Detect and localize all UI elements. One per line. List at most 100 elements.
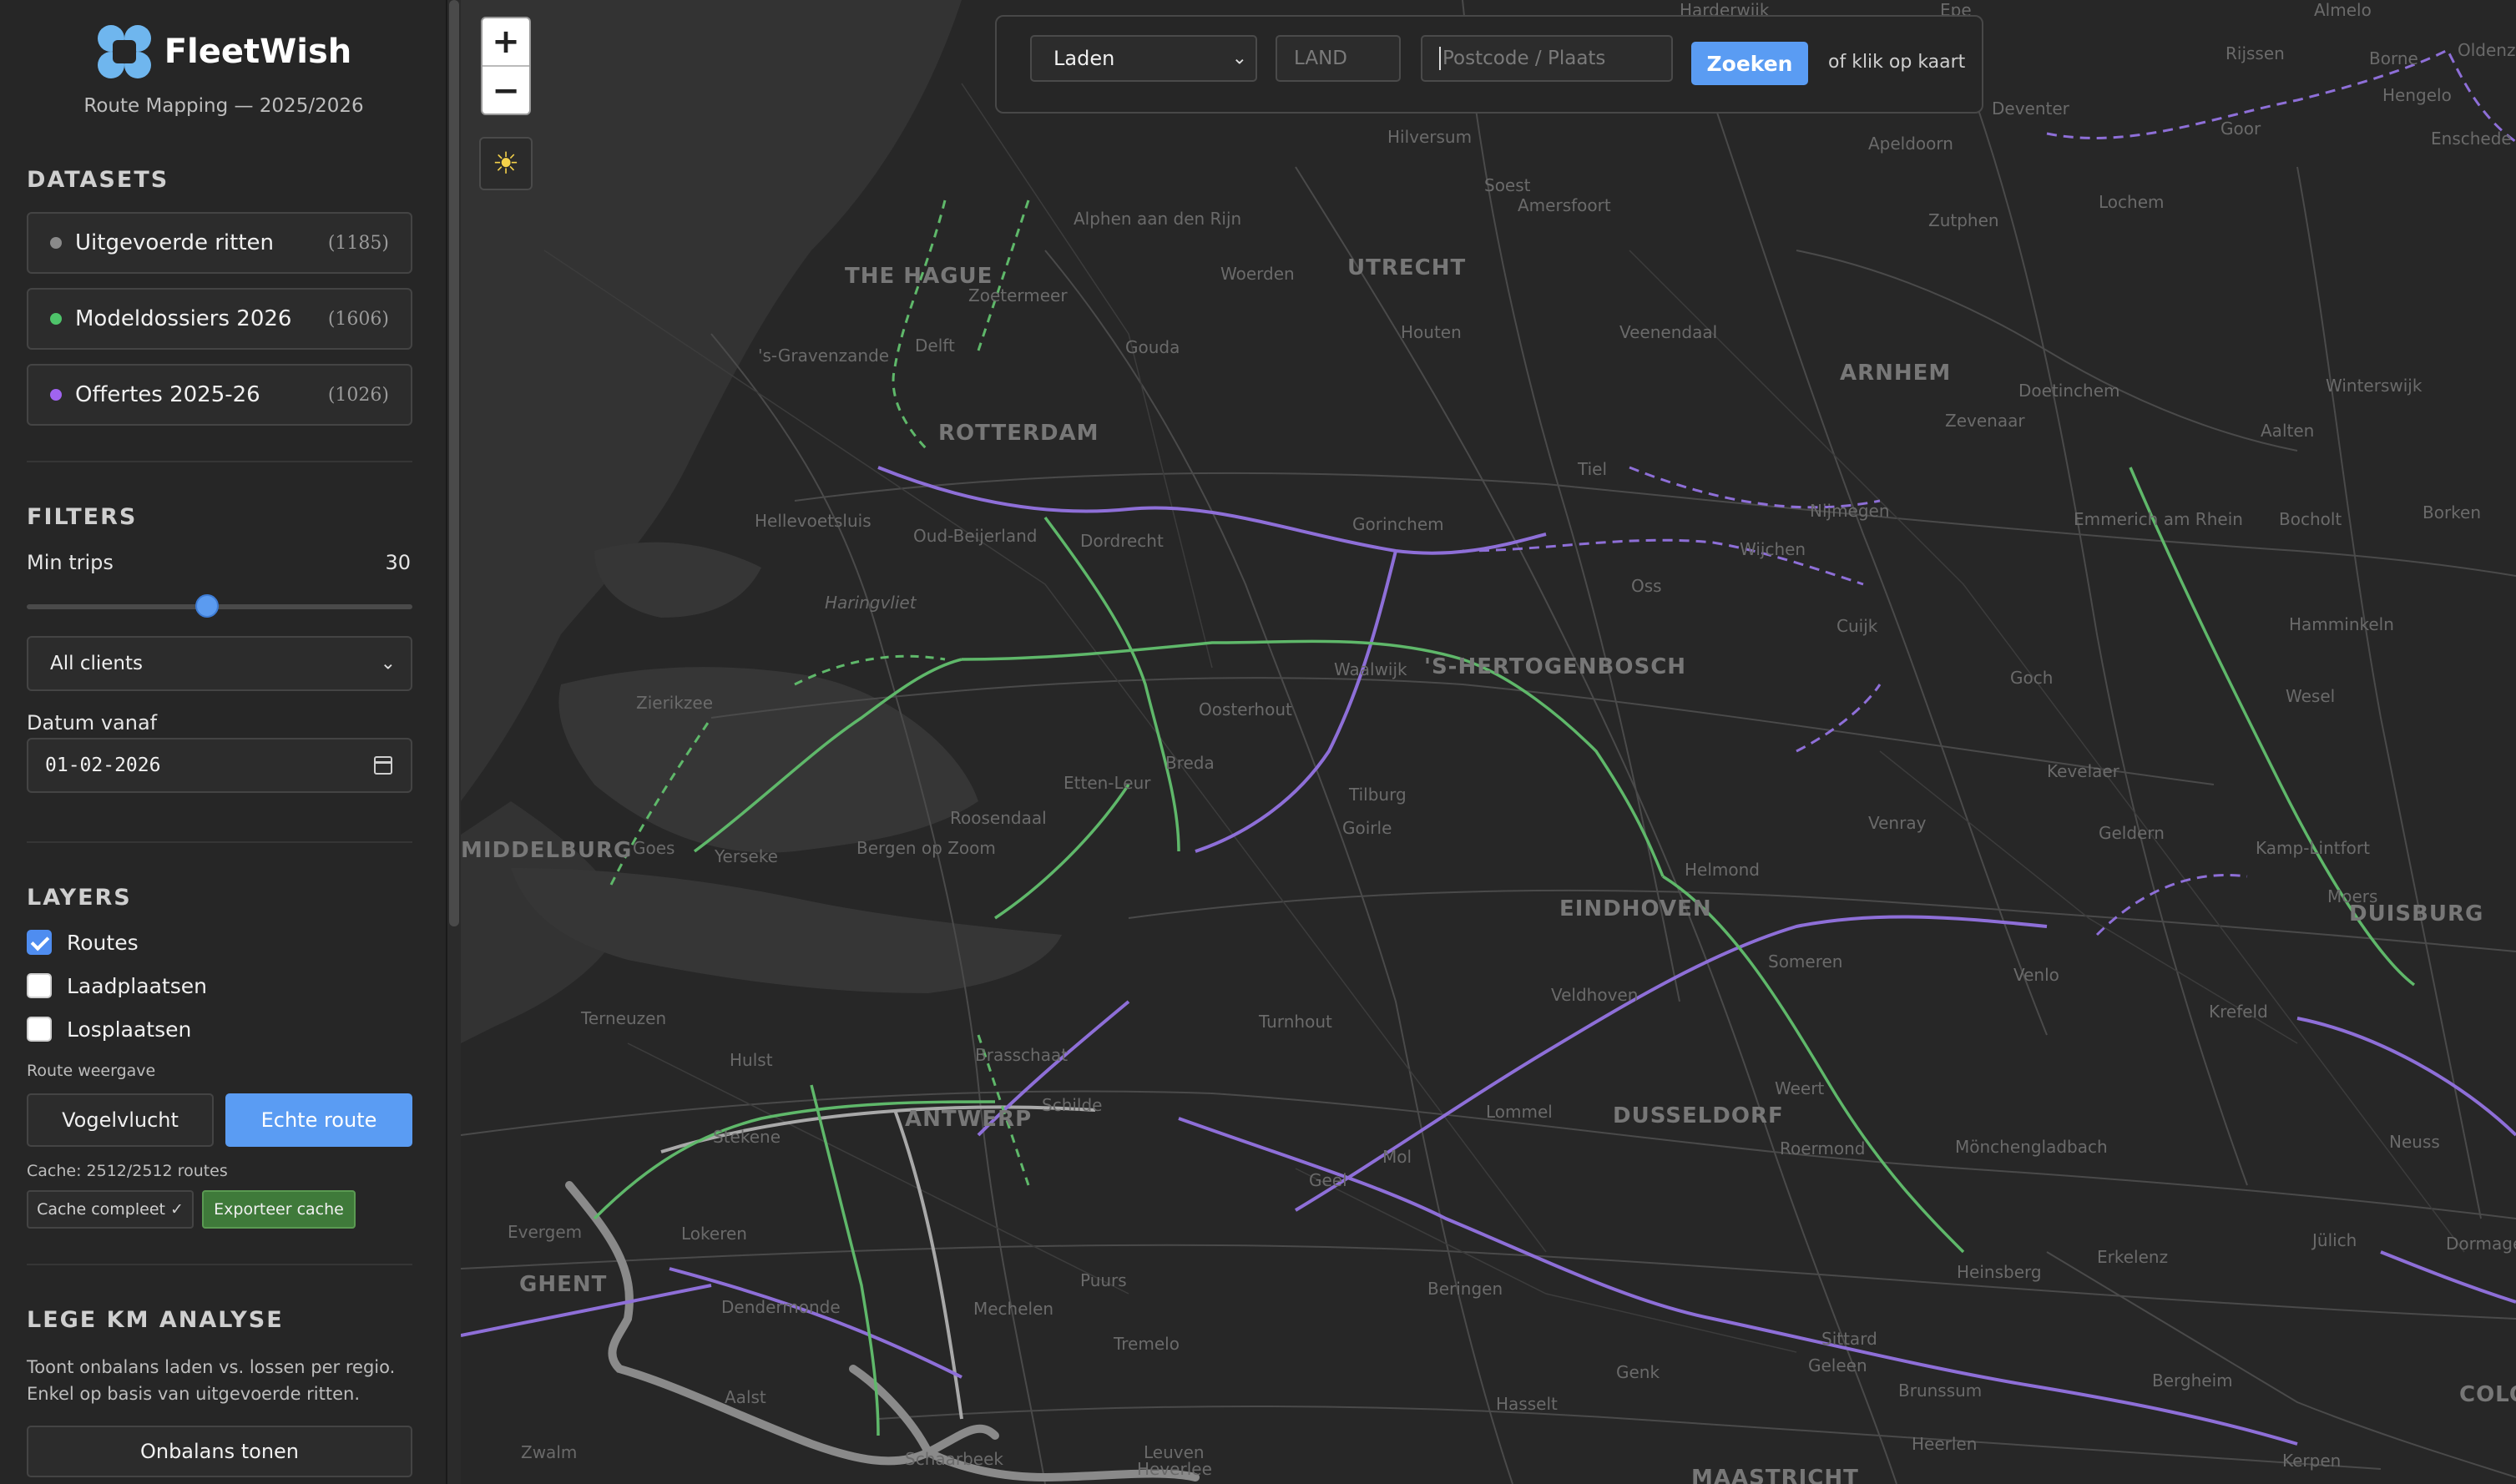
map-label: COLOGNE <box>2459 1382 2516 1407</box>
map-label: Tremelo <box>1114 1334 1180 1354</box>
map-label: Deventer <box>1992 98 2069 119</box>
map-label: Breda <box>1165 753 1215 773</box>
date-from-label: Datum vanaf <box>27 711 158 734</box>
dataset-offertes-2025-26[interactable]: Offertes 2025-26 (1026) <box>27 364 412 426</box>
calendar-icon[interactable] <box>374 756 392 775</box>
sidebar-scrollbar-thumb[interactable] <box>449 0 459 926</box>
map-label: Hasselt <box>1496 1394 1558 1414</box>
country-input[interactable]: LAND <box>1276 35 1401 82</box>
load-unload-value: Laden <box>1053 47 1115 70</box>
min-trips-slider-thumb[interactable] <box>195 594 219 618</box>
map-label: Lokeren <box>681 1224 747 1244</box>
map-label: Rijssen <box>2225 43 2285 63</box>
app-subtitle: Route Mapping — 2025/2026 <box>83 95 364 117</box>
zoom-in-button[interactable]: + <box>482 18 529 67</box>
route-view-label: Route weergave <box>27 1062 156 1080</box>
map-label: Jülich <box>2312 1230 2357 1250</box>
map-label: UTRECHT <box>1347 255 1467 280</box>
load-unload-select[interactable]: Laden ⌄ <box>1030 35 1257 82</box>
map-label: Emmerich am Rhein <box>2074 509 2243 529</box>
location-search-bar: Laden ⌄ LAND Postcode / Plaats Zoeken of… <box>995 15 1983 114</box>
map-label: Goor <box>2220 119 2261 139</box>
show-imbalance-button[interactable]: Onbalans tonen <box>27 1426 412 1477</box>
map-label: Borken <box>2423 502 2482 522</box>
map-label: Terneuzen <box>581 1008 667 1028</box>
map-label: ARNHEM <box>1840 361 1952 386</box>
layer-laadplaatsen[interactable]: Laadplaatsen <box>27 973 207 998</box>
map-label: Dendermonde <box>721 1297 841 1317</box>
map-label: Neuss <box>2389 1132 2440 1152</box>
estuary <box>594 542 761 618</box>
fleetwish-logo-icon <box>97 25 151 78</box>
map-label: Mönchengladbach <box>1955 1137 2108 1157</box>
dataset-color-dot <box>50 313 62 325</box>
search-hint: of klik op kaart <box>1828 52 1966 73</box>
straight-line-button[interactable]: Vogelvlucht <box>27 1093 214 1147</box>
map-label: Dormagen <box>2446 1234 2516 1254</box>
empty-km-desc-1: Toont onbalans laden vs. lossen per regi… <box>27 1357 396 1377</box>
map-label: Alphen aan den Rijn <box>1074 209 1242 229</box>
sidebar-scrollbar[interactable] <box>447 0 461 1484</box>
map-label: Tilburg <box>1349 785 1407 805</box>
losplaatsen-checkbox[interactable] <box>27 1017 52 1042</box>
offer-routes-dashed <box>1462 48 2516 936</box>
map-label: Venlo <box>2013 965 2059 985</box>
sidebar: FleetWish Route Mapping — 2025/2026 DATA… <box>0 0 447 1484</box>
map-label: Nijmegen <box>1810 501 1890 521</box>
map-label: Bergheim <box>2152 1370 2233 1391</box>
cache-complete-badge: Cache compleet ✓ <box>27 1190 194 1229</box>
map-label: Hilversum <box>1387 127 1473 147</box>
client-select[interactable]: All clients ⌄ <box>27 636 412 691</box>
map-label: MIDDELBURG <box>461 838 633 863</box>
search-button[interactable]: Zoeken <box>1691 42 1808 85</box>
map-label: Aalst <box>725 1387 766 1407</box>
layer-losplaatsen[interactable]: Losplaatsen <box>27 1017 191 1042</box>
brand-header: FleetWish Route Mapping — 2025/2026 <box>0 23 446 117</box>
dataset-count: (1185) <box>327 232 389 254</box>
dataset-modeldossiers-2026[interactable]: Modeldossiers 2026 (1606) <box>27 288 412 350</box>
zoom-out-button[interactable]: − <box>482 67 529 115</box>
laadplaatsen-checkbox[interactable] <box>27 973 52 998</box>
map-label: Doetinchem <box>2018 381 2120 401</box>
postcode-place-input[interactable]: Postcode / Plaats <box>1421 35 1673 82</box>
export-cache-button[interactable]: Exporteer cache <box>202 1190 356 1229</box>
map-label: Gorinchem <box>1352 514 1444 534</box>
map-label: 's-Gravenzande <box>758 346 890 366</box>
map-label: Winterswijk <box>2326 376 2423 396</box>
map-label: Dordrecht <box>1080 531 1164 551</box>
routes-checkbox[interactable] <box>27 930 52 955</box>
layers-title: LAYERS <box>27 885 132 911</box>
real-route-button[interactable]: Echte route <box>225 1093 412 1147</box>
map-label: Geldern <box>2099 823 2165 843</box>
map-label: Kevelaer <box>2047 761 2119 781</box>
map-label: Sittard <box>1821 1329 1877 1349</box>
map-label: Aalten <box>2261 421 2315 441</box>
map-label: Heinsberg <box>1957 1262 2042 1282</box>
map-label: Houten <box>1401 322 1462 342</box>
map-label: ANTWERP <box>905 1107 1033 1132</box>
map-label: Kamp-Lintfort <box>2256 838 2370 858</box>
map-label: Zoetermeer <box>968 285 1068 305</box>
zoom-control: + − <box>481 17 531 115</box>
date-from-input[interactable]: 01-02-2026 <box>27 738 412 793</box>
map-label: EINDHOVEN <box>1559 896 1712 921</box>
theme-toggle-sun-icon[interactable]: ☀ <box>479 137 533 190</box>
map-canvas[interactable]: THE HAGUE Zoetermeer 's-Gravenzande Delf… <box>461 0 2516 1484</box>
dataset-uitgevoerde-ritten[interactable]: Uitgevoerde ritten (1185) <box>27 212 412 274</box>
map-label: Hamminkeln <box>2289 614 2394 634</box>
map-label: Veenendaal <box>1619 322 1718 342</box>
min-trips-slider-track[interactable] <box>27 604 412 609</box>
layer-label: Losplaatsen <box>67 1017 192 1042</box>
map-background <box>461 0 2516 1484</box>
map-label: Schaarbeek <box>905 1449 1003 1469</box>
cache-status: Cache: 2512/2512 routes <box>27 1162 228 1180</box>
map-label: GHENT <box>519 1272 608 1297</box>
map-label: Bergen op Zoom <box>856 838 996 858</box>
date-from-value: 01-02-2026 <box>45 755 161 776</box>
datasets-title: DATASETS <box>27 167 169 193</box>
divider <box>27 461 412 462</box>
layer-routes[interactable]: Routes <box>27 930 139 955</box>
map-label: Heverlee <box>1137 1459 1212 1479</box>
map-label: Genk <box>1616 1362 1660 1382</box>
chevron-down-icon: ⌄ <box>1231 48 1247 69</box>
